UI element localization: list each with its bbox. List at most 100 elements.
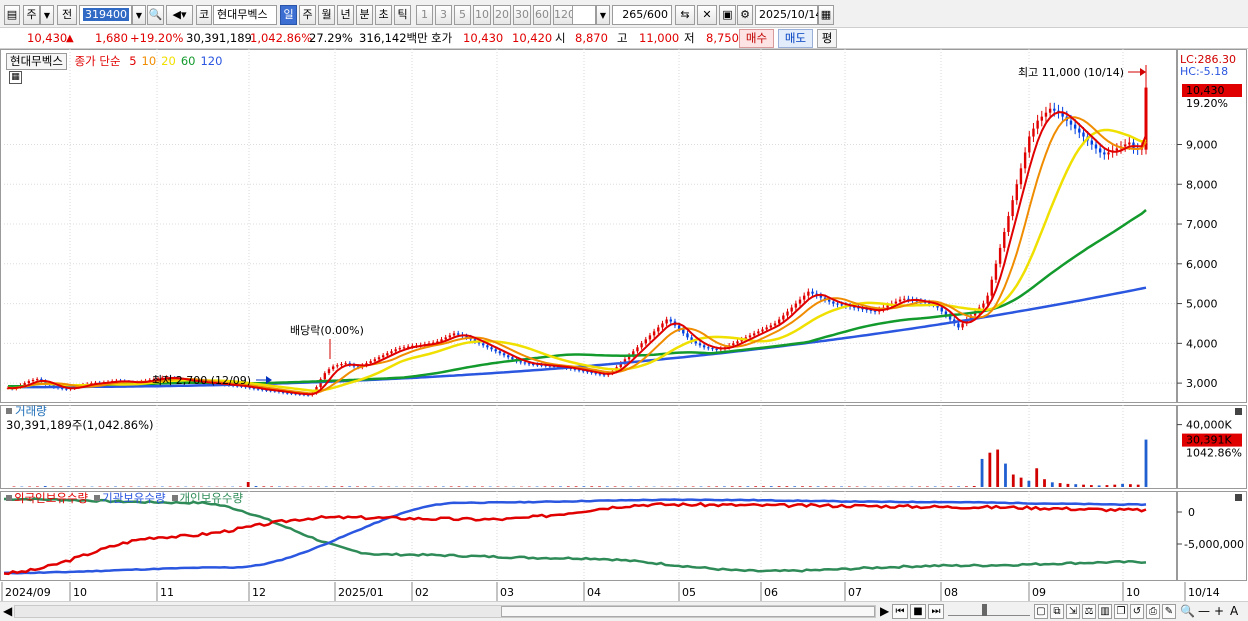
interval-tab-1[interactable]: 1: [416, 5, 433, 25]
date-input[interactable]: 2025/10/14: [755, 5, 822, 25]
chart-canvas[interactable]: 2024/09 10 11 12 2025/01 02 03 04 05 06 07 08 09 10 10…: [0, 49, 1248, 601]
candle-body: [732, 343, 735, 346]
crosshair-icon[interactable]: ✕: [697, 5, 717, 25]
period-tab-0[interactable]: 일: [280, 5, 297, 25]
stock-code-input[interactable]: 319400: [79, 5, 132, 25]
save-icon[interactable]: ▣: [719, 5, 736, 25]
candle-body: [336, 365, 339, 367]
zoom-search-icon[interactable]: 🔍: [1180, 604, 1195, 618]
volume-bar: [43, 486, 47, 487]
interval-tab-20[interactable]: 20: [493, 5, 511, 25]
period-tab-1[interactable]: 주: [299, 5, 316, 25]
gear-icon[interactable]: ⚙: [737, 5, 753, 25]
interval-tab-30[interactable]: 30: [513, 5, 531, 25]
zoom-out-icon[interactable]: —: [1198, 604, 1210, 618]
candle-body: [736, 341, 739, 344]
period-tab-4[interactable]: 분: [356, 5, 373, 25]
custom-interval-input[interactable]: [572, 5, 596, 25]
tile-icon[interactable]: ⧉: [1050, 604, 1064, 619]
period-tab-5[interactable]: 초: [375, 5, 392, 25]
search-icon[interactable]: 🔍: [147, 5, 164, 25]
candle-body: [940, 307, 943, 312]
period-tab-2[interactable]: 월: [318, 5, 335, 25]
copy-icon[interactable]: ❐: [1114, 604, 1128, 619]
scroll-right-icon[interactable]: ▶: [880, 604, 889, 618]
candle-body: [444, 337, 447, 340]
zoom-in-icon[interactable]: +: [1214, 604, 1224, 618]
interval-tab-5[interactable]: 5: [454, 5, 471, 25]
code-dropdown-icon[interactable]: ▼: [132, 5, 146, 25]
holding-legend-2: 개인보유수량: [179, 491, 244, 505]
sound-icon[interactable]: ◀▾: [166, 5, 193, 25]
font-size-icon[interactable]: A: [1230, 604, 1238, 618]
calculator-icon[interactable]: ▦: [9, 71, 22, 84]
x-axis-label-9: 06: [764, 586, 778, 599]
edit-icon[interactable]: ✎: [1162, 604, 1176, 619]
buy-button[interactable]: 매수: [739, 29, 774, 48]
market-ko-label: 코: [198, 8, 210, 21]
stock-name-field[interactable]: 현대무벡스: [213, 5, 277, 25]
volume-bar: [824, 486, 828, 487]
interval-dropdown-icon[interactable]: ▼: [596, 5, 610, 25]
interval-tab-10[interactable]: 10: [473, 5, 491, 25]
low-price: 8,750: [706, 31, 739, 45]
chevron-down-icon[interactable]: ▼: [40, 5, 54, 25]
scrollbar-thumb[interactable]: [501, 606, 875, 617]
price-stock-label[interactable]: 현대무벡스: [6, 53, 67, 70]
interval-tab-120[interactable]: 120: [553, 5, 575, 25]
period-tab-3[interactable]: 년: [337, 5, 354, 25]
candle-body: [807, 291, 810, 296]
scrollbar[interactable]: [14, 605, 876, 618]
candle-body: [640, 343, 643, 348]
period-tab-6[interactable]: 틱: [394, 5, 411, 25]
first-page-icon[interactable]: ⏮: [892, 604, 908, 619]
candle-body: [752, 333, 756, 336]
chart-icon[interactable]: ▥: [1098, 604, 1112, 619]
candle-body: [1028, 136, 1031, 153]
ratio-icon[interactable]: ⚖: [1082, 604, 1096, 619]
print-icon[interactable]: ⎙: [1146, 604, 1160, 619]
stop-icon[interactable]: ■: [910, 604, 926, 619]
sell-button[interactable]: 매도: [778, 29, 813, 48]
x-axis-label-0: 2024/09: [5, 586, 51, 599]
average-button[interactable]: 평: [817, 29, 837, 48]
candle-body: [786, 311, 789, 316]
interval-tab-60[interactable]: 60: [533, 5, 551, 25]
candle-body: [1053, 108, 1056, 111]
candle-body: [798, 299, 802, 304]
window-icon[interactable]: ▢: [1034, 604, 1048, 619]
candle-body: [1128, 142, 1131, 145]
holdings-legend: 외국인보유수량 기관보유수량 개인보유수량: [6, 491, 243, 506]
x-axis-label-6: 03: [500, 586, 514, 599]
interval-tab-3[interactable]: 3: [435, 5, 452, 25]
data-count-field[interactable]: 265/600: [612, 5, 672, 25]
panel-frame: [0, 405, 1177, 489]
window-menu-icon[interactable]: ▤: [4, 5, 20, 25]
candle-body: [344, 363, 347, 365]
scroll-left-icon[interactable]: ◀: [3, 604, 12, 618]
zoom-slider-handle[interactable]: [982, 604, 987, 616]
x-axis-label-12: 09: [1032, 586, 1046, 599]
candle-body: [23, 383, 26, 386]
candle-body: [698, 343, 702, 346]
market-ko-button[interactable]: 코: [196, 5, 212, 25]
candle-body: [1023, 152, 1027, 169]
candle-body: [665, 319, 668, 324]
chart-area[interactable]: 2024/09 10 11 12 2025/01 02 03 04 05 06 07 08 09 10 10…: [0, 49, 1248, 601]
period-jo-select[interactable]: 주: [23, 5, 40, 25]
zoom-icon[interactable]: ⇆: [675, 5, 695, 25]
compare-icon[interactable]: ⇲: [1066, 604, 1080, 619]
reset-icon[interactable]: ↺: [1130, 604, 1144, 619]
jeon-button[interactable]: 전: [57, 5, 77, 25]
candle-body: [1069, 120, 1073, 125]
candle-body: [486, 345, 489, 348]
x-axis-label-5: 02: [415, 586, 429, 599]
zoom-slider[interactable]: [948, 604, 1030, 616]
volume-pct: 1,042.86%: [250, 31, 313, 45]
candle-body: [682, 329, 685, 334]
toolbar: ▤ 주 ▼ 전 319400 ▼ 🔍 ◀▾ 코 현대무벡스 일주월년분초틱 13…: [0, 0, 1248, 28]
volume-bar: [254, 486, 258, 487]
last-price-tag: 10,430: [1186, 84, 1225, 97]
calendar-icon[interactable]: ▦: [818, 5, 834, 25]
last-page-icon[interactable]: ⏭: [928, 604, 944, 619]
